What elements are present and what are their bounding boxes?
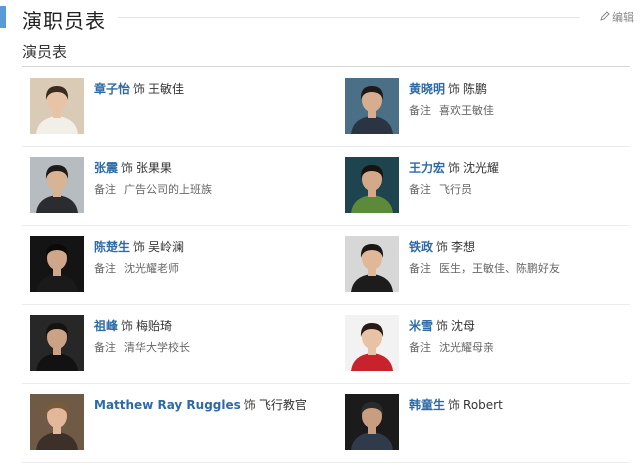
actor-photo[interactable] [30, 315, 84, 371]
section-header: 演职员表 编辑 [0, 0, 640, 34]
cast-note: 备注 清华大学校长 [94, 339, 190, 355]
actor-photo[interactable] [30, 394, 84, 450]
cast-credit: 王力宏饰沈光耀 [409, 159, 499, 176]
note-label: 备注 [94, 183, 116, 196]
note-text: 沈光耀母亲 [439, 341, 494, 354]
as-separator: 饰 [448, 398, 461, 412]
role-name: Robert [463, 398, 503, 412]
as-separator: 饰 [133, 82, 146, 96]
row-divider [22, 304, 630, 305]
note-text: 喜欢王敏佳 [439, 104, 494, 117]
actor-photo[interactable] [345, 394, 399, 450]
note-label: 备注 [409, 104, 431, 117]
as-separator: 饰 [243, 398, 256, 412]
section-accent-bar [0, 6, 6, 28]
role-name: 张果果 [136, 161, 173, 175]
note-label: 备注 [409, 262, 431, 275]
note-label: 备注 [409, 183, 431, 196]
note-text: 飞行员 [439, 183, 472, 196]
actor-name-link[interactable]: 章子怡 [94, 82, 130, 96]
cast-member[interactable]: 铁政饰李想备注 医生，王敏佳、陈鹏好友 [345, 236, 630, 296]
cast-subtitle: 演员表 [22, 43, 68, 61]
actor-name-link[interactable]: Matthew Ray Ruggles [94, 398, 241, 412]
cast-member[interactable]: 米雪饰沈母备注 沈光耀母亲 [345, 315, 630, 375]
row-divider [22, 146, 630, 147]
note-text: 沈光耀老师 [124, 262, 179, 275]
actor-name-link[interactable]: 米雪 [409, 319, 433, 333]
as-separator: 饰 [448, 82, 461, 96]
edit-label: 编辑 [612, 11, 634, 24]
cast-credit: 韩童生饰 Robert [409, 396, 503, 413]
actor-photo[interactable] [30, 157, 84, 213]
cast-note: 备注 喜欢王敏佳 [409, 102, 494, 118]
cast-member[interactable]: Matthew Ray Ruggles 饰飞行教官 [30, 394, 330, 454]
pencil-icon [600, 10, 610, 24]
actor-name-link[interactable]: 陈楚生 [94, 240, 130, 254]
cast-credit: 黄晓明饰陈鹏 [409, 80, 487, 97]
cast-credit: 章子怡饰王敏佳 [94, 80, 184, 97]
cast-member[interactable]: 章子怡饰王敏佳 [30, 78, 330, 138]
as-separator: 饰 [121, 161, 134, 175]
row-divider [22, 462, 630, 463]
role-name: 沈光耀 [463, 161, 500, 175]
actor-name-link[interactable]: 韩童生 [409, 398, 445, 412]
role-name: 吴岭澜 [148, 240, 185, 254]
actor-name-link[interactable]: 黄晓明 [409, 82, 445, 96]
role-name: 梅贻琦 [136, 319, 173, 333]
actor-photo[interactable] [30, 236, 84, 292]
cast-note: 备注 飞行员 [409, 181, 472, 197]
actor-name-link[interactable]: 铁政 [409, 240, 433, 254]
actor-name-link[interactable]: 王力宏 [409, 161, 445, 175]
as-separator: 饰 [121, 319, 134, 333]
note-text: 医生，王敏佳、陈鹏好友 [439, 262, 560, 275]
role-name: 李想 [451, 240, 476, 254]
actor-photo[interactable] [30, 78, 84, 134]
cast-credit: 祖峰饰梅贻琦 [94, 317, 172, 334]
note-label: 备注 [409, 341, 431, 354]
note-label: 备注 [94, 341, 116, 354]
note-label: 备注 [94, 262, 116, 275]
actor-name-link[interactable]: 张震 [94, 161, 118, 175]
role-name: 沈母 [451, 319, 476, 333]
cast-credit: 米雪饰沈母 [409, 317, 475, 334]
cast-credit: 铁政饰李想 [409, 238, 475, 255]
row-divider [22, 383, 630, 384]
cast-note: 备注 沈光耀母亲 [409, 339, 494, 355]
cast-credit: 陈楚生饰吴岭澜 [94, 238, 184, 255]
cast-member[interactable]: 王力宏饰沈光耀 备注 飞行员 [345, 157, 630, 217]
actor-photo[interactable] [345, 157, 399, 213]
cast-note: 备注 广告公司的上班族 [94, 181, 212, 197]
actor-photo[interactable] [345, 236, 399, 292]
section-title: 演职员表 [22, 9, 106, 33]
as-separator: 饰 [436, 319, 449, 333]
row-divider [22, 225, 630, 226]
cast-member[interactable]: 黄晓明饰陈鹏 备注 喜欢王敏佳 [345, 78, 630, 138]
actor-photo[interactable] [345, 78, 399, 134]
as-separator: 饰 [133, 240, 146, 254]
cast-note: 备注 医生，王敏佳、陈鹏好友 [409, 260, 560, 276]
cast-member[interactable]: 陈楚生饰吴岭澜 备注 沈光耀老师 [30, 236, 330, 296]
role-name: 王敏佳 [148, 82, 185, 96]
cast-credit: Matthew Ray Ruggles 饰飞行教官 [94, 396, 307, 413]
cast-member[interactable]: 韩童生饰 Robert [345, 394, 630, 454]
cast-member[interactable]: 祖峰饰梅贻琦备注 清华大学校长 [30, 315, 330, 375]
header-divider [118, 17, 580, 18]
subtitle-divider [22, 66, 630, 67]
note-text: 广告公司的上班族 [124, 183, 212, 196]
note-text: 清华大学校长 [124, 341, 190, 354]
as-separator: 饰 [448, 161, 461, 175]
edit-link[interactable]: 编辑 [600, 9, 634, 25]
actor-photo[interactable] [345, 315, 399, 371]
cast-credit: 张震饰张果果 [94, 159, 172, 176]
role-name: 陈鹏 [463, 82, 488, 96]
as-separator: 饰 [436, 240, 449, 254]
role-name: 飞行教官 [258, 398, 307, 412]
cast-member[interactable]: 张震饰张果果备注 广告公司的上班族 [30, 157, 330, 217]
cast-note: 备注 沈光耀老师 [94, 260, 179, 276]
actor-name-link[interactable]: 祖峰 [94, 319, 118, 333]
